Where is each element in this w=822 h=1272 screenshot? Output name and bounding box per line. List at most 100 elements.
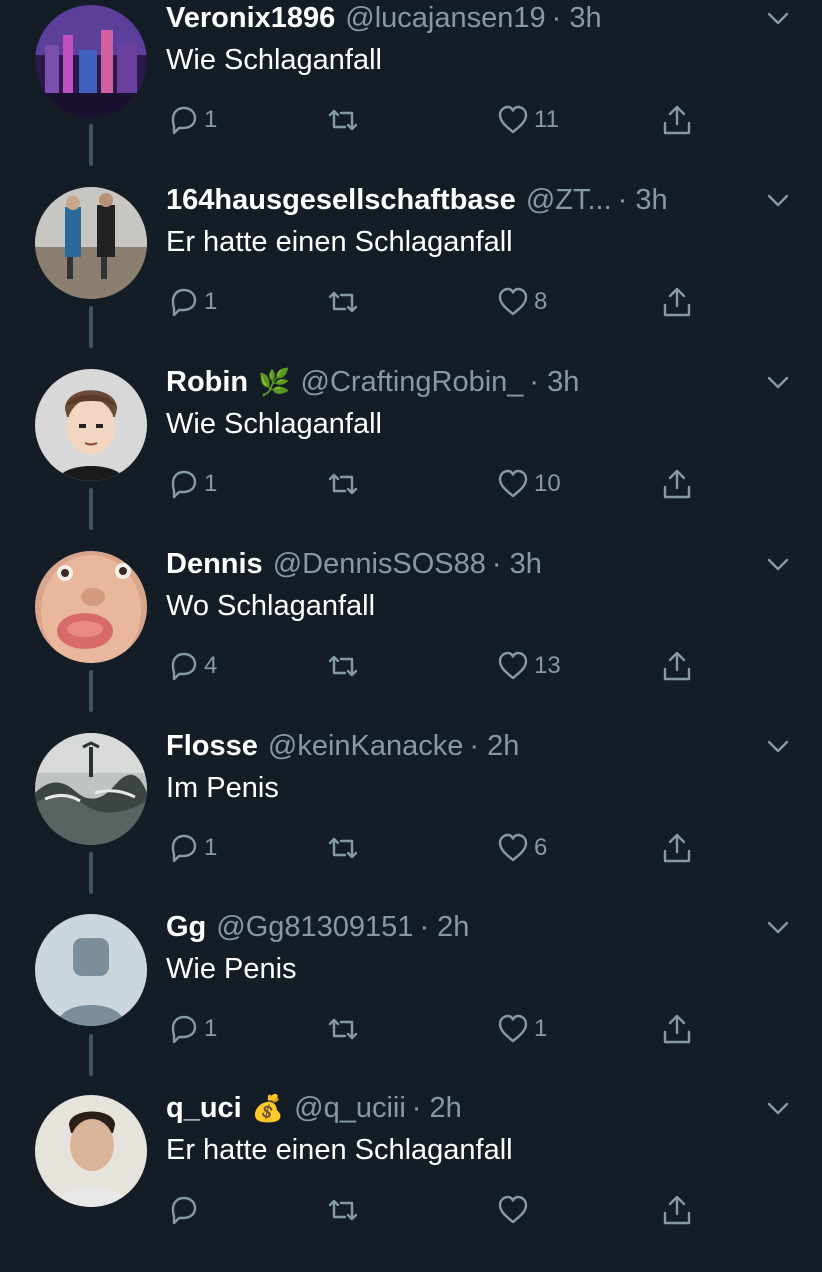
avatar[interactable] — [35, 5, 147, 117]
tweet[interactable]: Gg @Gg81309151 · 2h Wie Penis 1 1 — [0, 909, 822, 1091]
display-name[interactable]: Robin — [166, 364, 248, 400]
share-button[interactable] — [660, 1009, 694, 1049]
timestamp[interactable]: · 3h — [618, 182, 668, 218]
tweet[interactable]: q_uci 💰 @q_uciii · 2h Er hatte einen Sch… — [0, 1090, 822, 1272]
like-count: 6 — [534, 834, 548, 861]
tweet[interactable]: Dennis @DennisSOS88 · 3h Wo Schlaganfall… — [0, 546, 822, 728]
retweet-button[interactable] — [326, 282, 364, 322]
reply-button[interactable]: 1 — [166, 464, 217, 504]
reply-count: 4 — [204, 652, 218, 679]
tweet-actions — [166, 1190, 706, 1230]
retweet-button[interactable] — [326, 828, 364, 868]
display-name[interactable]: q_uci — [166, 1090, 242, 1126]
tweet-text: Wie Schlaganfall — [166, 44, 382, 76]
timestamp[interactable]: · 2h — [469, 728, 519, 764]
display-name[interactable]: Gg — [166, 909, 206, 945]
display-name[interactable]: Dennis — [166, 546, 263, 582]
timestamp[interactable]: · 2h — [419, 909, 469, 945]
like-button[interactable]: 11 — [496, 100, 559, 140]
heart-icon — [498, 1014, 528, 1043]
display-name[interactable]: Veronix1896 — [166, 0, 335, 36]
chevron-down-icon[interactable] — [764, 550, 792, 578]
like-count: 11 — [534, 106, 559, 133]
display-name[interactable]: Flosse — [166, 728, 258, 764]
chevron-down-icon[interactable] — [764, 913, 792, 941]
retweet-icon — [328, 837, 358, 859]
share-button[interactable] — [660, 100, 694, 140]
user-handle[interactable]: @q_uciii — [294, 1090, 406, 1126]
reply-button[interactable]: 1 — [166, 282, 217, 322]
user-handle[interactable]: @lucajansen19 — [345, 0, 545, 36]
avatar[interactable] — [35, 1095, 147, 1207]
tweet[interactable]: Robin 🌿 @CraftingRobin_ · 3h Wie Schlaga… — [0, 364, 822, 546]
chevron-down-icon[interactable] — [764, 368, 792, 396]
like-button[interactable]: 1 — [496, 1009, 547, 1049]
avatar[interactable] — [35, 733, 147, 845]
avatar[interactable] — [35, 914, 147, 1026]
retweet-button[interactable] — [326, 646, 364, 686]
chevron-down-icon[interactable] — [764, 4, 792, 32]
reply-button[interactable] — [166, 1190, 200, 1230]
tweet[interactable]: Veronix1896 @lucajansen19 · 3h Wie Schla… — [0, 0, 822, 182]
reply-icon — [171, 1196, 197, 1225]
user-handle[interactable]: @CraftingRobin_ — [301, 364, 524, 400]
reply-icon — [171, 470, 197, 499]
retweet-button[interactable] — [326, 100, 364, 140]
tweet-header: Gg @Gg81309151 · 2h — [166, 909, 742, 945]
user-handle[interactable]: @ZT... — [526, 182, 612, 218]
user-handle[interactable]: @DennisSOS88 — [273, 546, 486, 582]
retweet-button[interactable] — [326, 1009, 364, 1049]
tweet-actions: 1 11 — [166, 100, 706, 140]
tweet-text: Wie Penis — [166, 953, 297, 985]
share-button[interactable] — [660, 464, 694, 504]
reply-icon — [171, 1015, 197, 1044]
timestamp[interactable]: · 3h — [529, 364, 579, 400]
avatar[interactable] — [35, 369, 147, 481]
reply-count: 1 — [204, 834, 218, 861]
share-icon — [663, 469, 691, 499]
like-count: 10 — [534, 470, 561, 497]
reply-button[interactable]: 1 — [166, 100, 217, 140]
timestamp[interactable]: · 3h — [552, 0, 602, 36]
reply-button[interactable]: 1 — [166, 1009, 217, 1049]
tweet[interactable]: 164hausgesellschaftbase @ZT... · 3h Er h… — [0, 182, 822, 364]
share-icon — [663, 105, 691, 135]
user-handle[interactable]: @Gg81309151 — [216, 909, 413, 945]
user-handle[interactable]: @keinKanacke — [268, 728, 464, 764]
tweet[interactable]: Flosse @keinKanacke · 2h Im Penis 1 6 — [0, 728, 822, 910]
like-button[interactable]: 8 — [496, 282, 547, 322]
chevron-down-icon[interactable] — [764, 186, 792, 214]
chevron-down-icon[interactable] — [764, 1094, 792, 1122]
retweet-button[interactable] — [326, 464, 364, 504]
retweet-icon — [328, 1018, 358, 1040]
heart-icon — [498, 833, 528, 862]
tweet-text: Im Penis — [166, 772, 279, 804]
retweet-icon — [328, 1199, 358, 1221]
timestamp[interactable]: · 2h — [412, 1090, 462, 1126]
timestamp[interactable]: · 3h — [492, 546, 542, 582]
reply-button[interactable]: 4 — [166, 646, 217, 686]
reply-button[interactable]: 1 — [166, 828, 217, 868]
avatar[interactable] — [35, 187, 147, 299]
tweet-actions: 4 13 — [166, 646, 706, 686]
like-button[interactable]: 10 — [496, 464, 561, 504]
share-button[interactable] — [660, 1190, 694, 1230]
like-button[interactable]: 6 — [496, 828, 547, 868]
share-button[interactable] — [660, 828, 694, 868]
tweet-actions: 1 8 — [166, 282, 706, 322]
heart-icon — [498, 469, 528, 498]
retweet-button[interactable] — [326, 1190, 360, 1230]
share-button[interactable] — [660, 282, 694, 322]
avatar[interactable] — [35, 551, 147, 663]
tweet-actions: 1 6 — [166, 828, 706, 868]
reply-count: 1 — [204, 288, 218, 315]
reply-count: 1 — [204, 1015, 218, 1042]
reply-icon — [171, 834, 197, 863]
display-name[interactable]: 164hausgesellschaftbase — [166, 182, 516, 218]
leaf-badge-icon: 🌿 — [258, 367, 291, 397]
share-button[interactable] — [660, 646, 694, 686]
like-button[interactable]: 13 — [496, 646, 561, 686]
heart-icon — [498, 651, 528, 680]
like-button[interactable] — [496, 1190, 530, 1230]
chevron-down-icon[interactable] — [764, 732, 792, 760]
